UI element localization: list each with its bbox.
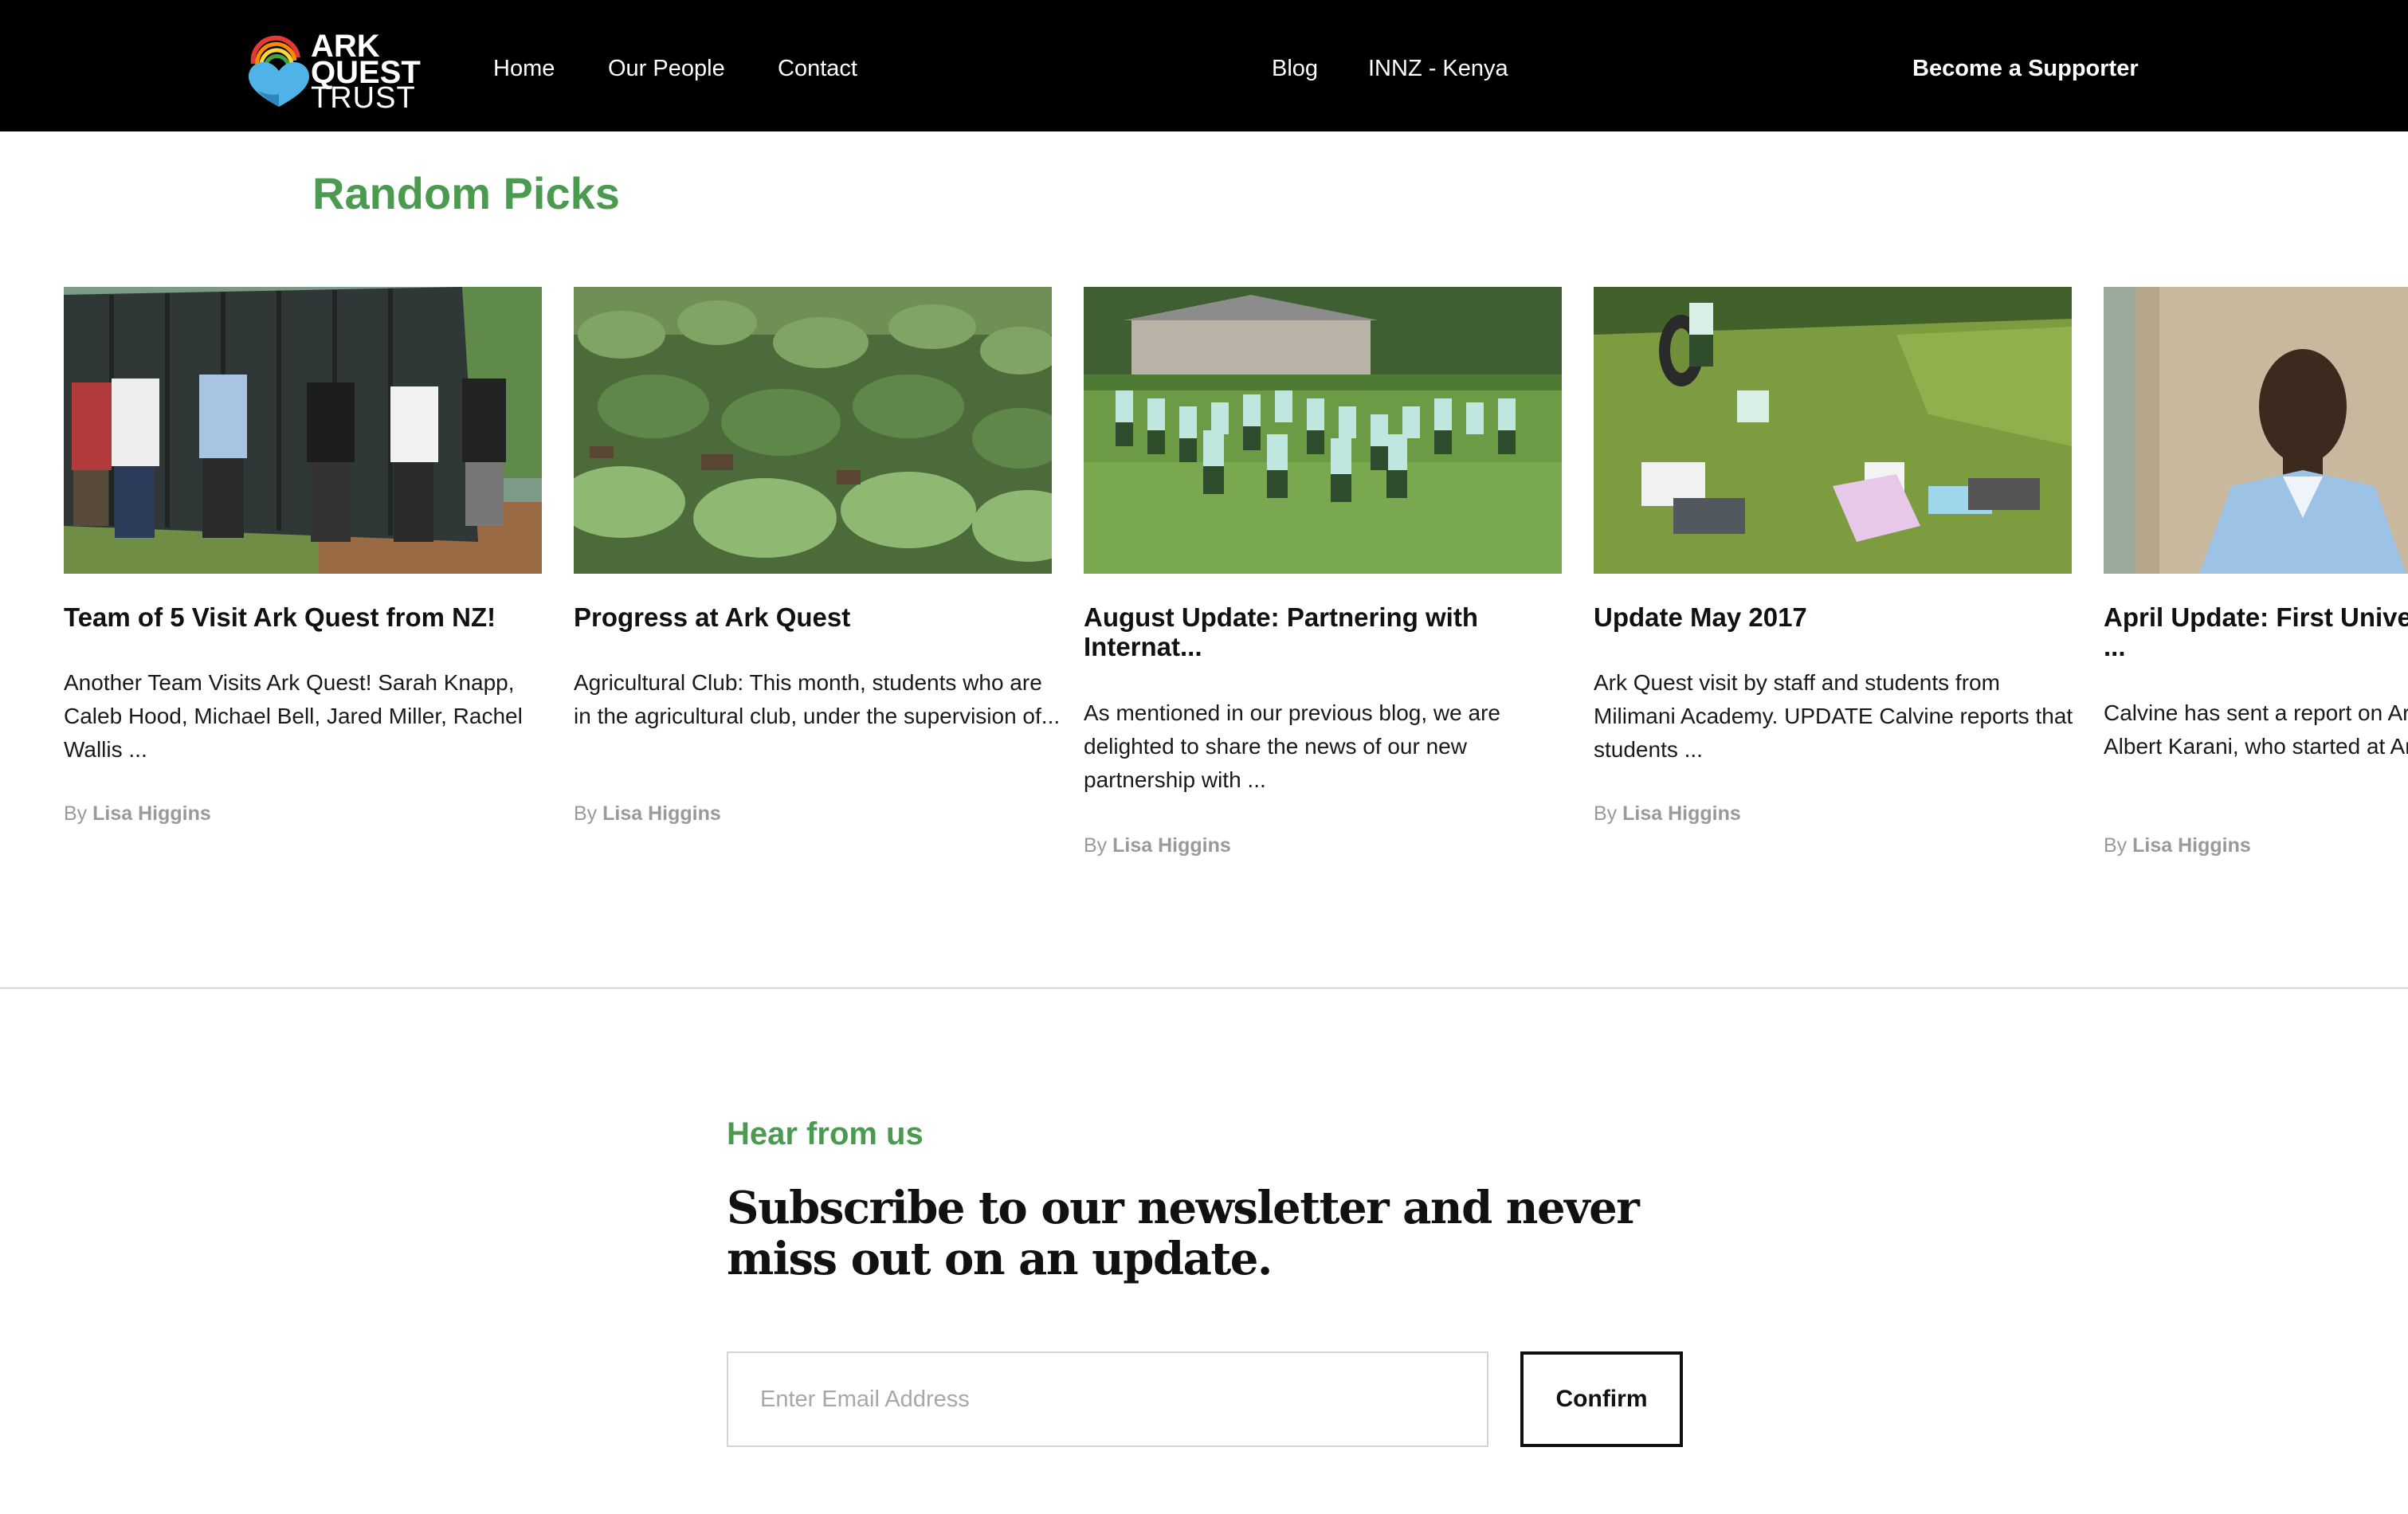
post-author: By Lisa Higgins xyxy=(64,802,211,826)
site-header: ARK QUEST TRUST Home Our People Contact … xyxy=(0,0,2408,131)
post-title[interactable]: Update May 2017 xyxy=(1594,602,2072,632)
post-thumbnail[interactable] xyxy=(1594,287,2072,574)
post-thumbnail[interactable] xyxy=(574,287,1052,574)
post-author: By Lisa Higgins xyxy=(1084,833,1231,857)
post-author: By Lisa Higgins xyxy=(1594,802,1741,826)
author-name[interactable]: Lisa Higgins xyxy=(2132,834,2251,857)
logo-text-line3: TRUST xyxy=(311,81,416,115)
author-prefix: By xyxy=(64,802,88,825)
post-title[interactable]: April Update: First University Student .… xyxy=(2104,602,2408,661)
post-title[interactable]: August Update: Partnering with Internat.… xyxy=(1084,602,1562,661)
post-title[interactable]: Team of 5 Visit Ark Quest from NZ! xyxy=(64,602,542,632)
confirm-button[interactable]: Confirm xyxy=(1520,1351,1683,1447)
author-prefix: By xyxy=(2104,834,2128,857)
author-name[interactable]: Lisa Higgins xyxy=(1112,834,1231,857)
carousel-overflow-clip: April Update: First University Student .… xyxy=(2104,0,2408,987)
crop-field-photo xyxy=(574,287,1052,574)
author-prefix: By xyxy=(1084,834,1108,857)
newsletter-headline: Subscribe to our newsletter and never mi… xyxy=(727,1182,1640,1285)
email-field[interactable] xyxy=(727,1351,1488,1447)
nav-innz-kenya[interactable]: INNZ - Kenya xyxy=(1368,54,1508,83)
newsletter-eyebrow: Hear from us xyxy=(727,1116,924,1151)
post-title[interactable]: Progress at Ark Quest xyxy=(574,602,1052,632)
post-excerpt: Ark Quest visit by staff and students fr… xyxy=(1594,670,2073,762)
section-divider xyxy=(0,987,2408,989)
nav-blog[interactable]: Blog xyxy=(1272,54,1318,83)
post-thumbnail[interactable] xyxy=(64,287,542,574)
post-thumbnail[interactable] xyxy=(2104,287,2408,574)
students-on-grass-photo xyxy=(1594,287,2072,574)
post-thumbnail[interactable] xyxy=(1084,287,1562,574)
post-author: By Lisa Higgins xyxy=(574,802,721,826)
author-name[interactable]: Lisa Higgins xyxy=(1622,802,1741,825)
nav-our-people[interactable]: Our People xyxy=(608,54,725,83)
author-name[interactable]: Lisa Higgins xyxy=(92,802,211,825)
author-name[interactable]: Lisa Higgins xyxy=(602,802,721,825)
author-prefix: By xyxy=(574,802,598,825)
children-circle-photo xyxy=(1084,287,1562,574)
post-excerpt: Calvine has sent a report on Ark Quest s… xyxy=(2104,700,2408,759)
ark-quest-logo[interactable]: ARK QUEST TRUST xyxy=(247,30,421,115)
team-at-gate-photo xyxy=(64,287,542,574)
post-excerpt: Another Team Visits Ark Quest! Sarah Kna… xyxy=(64,670,523,762)
post-excerpt: Agricultural Club: This month, students … xyxy=(574,670,1061,728)
student-portrait-photo xyxy=(2104,287,2408,574)
post-author: By Lisa Higgins xyxy=(2104,833,2251,857)
heart-rainbow-icon xyxy=(249,35,309,107)
random-picks-heading: Random Picks xyxy=(312,168,620,218)
nav-home[interactable]: Home xyxy=(493,54,555,83)
post-excerpt: As mentioned in our previous blog, we ar… xyxy=(1084,700,1500,792)
author-prefix: By xyxy=(1594,802,1618,825)
nav-contact[interactable]: Contact xyxy=(778,54,857,83)
